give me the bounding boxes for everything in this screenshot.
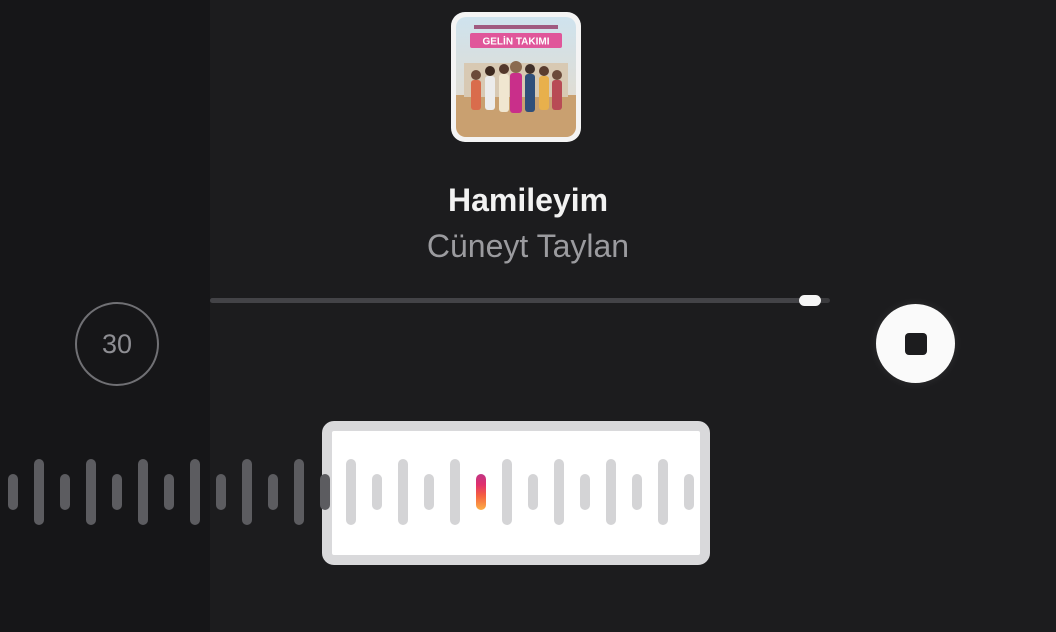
waveform-bar [606, 459, 616, 525]
waveform-bar [8, 474, 18, 510]
album-cover-caption: GELİN TAKIMI [482, 35, 549, 48]
progress-thumb[interactable] [798, 295, 821, 306]
audio-waveform[interactable] [0, 420, 1056, 564]
waveform-bar [528, 474, 538, 510]
waveform-bar [164, 474, 174, 510]
waveform-bar [450, 459, 460, 525]
waveform-bar [242, 459, 252, 525]
waveform-bar [684, 474, 694, 510]
waveform-bar [86, 459, 96, 525]
progress-fill [210, 298, 821, 303]
waveform-bar [268, 474, 278, 510]
waveform-bar [502, 459, 512, 525]
waveform-bar [34, 459, 44, 525]
waveform-bar [216, 474, 226, 510]
waveform-bar [190, 459, 200, 525]
waveform-playhead [476, 474, 486, 510]
song-artist: Cüneyt Taylan [426, 228, 630, 264]
waveform-bar [632, 474, 642, 510]
waveform-bar [398, 459, 408, 525]
waveform-bar [320, 474, 330, 510]
stop-button[interactable] [876, 304, 955, 383]
waveform-bar [138, 459, 148, 525]
waveform-bar [346, 459, 356, 525]
stop-icon [904, 332, 927, 355]
waveform-bar [112, 474, 122, 510]
progress-bar[interactable] [210, 295, 830, 306]
song-title: Hamileyim [447, 182, 609, 218]
waveform-bar [554, 459, 564, 525]
album-cover-image: GELİN TAKIMI [456, 17, 576, 137]
waveform-bar [424, 474, 434, 510]
waveform-bar [60, 474, 70, 510]
album-cover: GELİN TAKIMI [451, 12, 581, 142]
waveform-bar [580, 474, 590, 510]
waveform-bar [294, 459, 304, 525]
clip-duration-button[interactable]: 30 [75, 302, 159, 386]
clip-duration-label: 30 [101, 328, 133, 359]
waveform-bar [658, 459, 668, 525]
waveform-bar [372, 474, 382, 510]
